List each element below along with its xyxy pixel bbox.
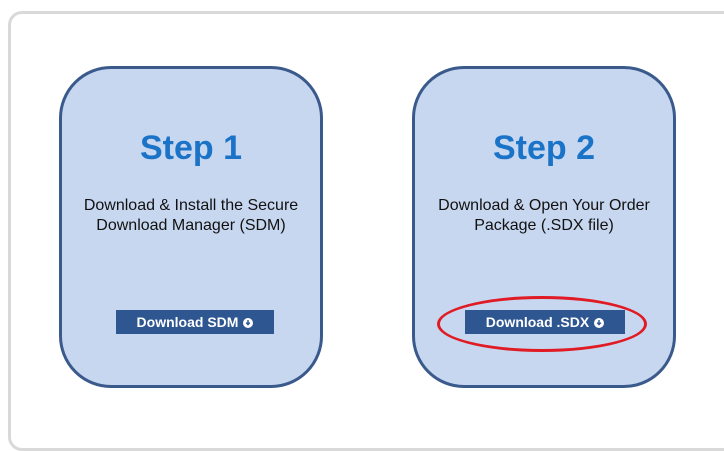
download-circle-icon xyxy=(594,318,605,328)
download-sdm-button[interactable]: Download SDM xyxy=(116,310,274,334)
step-1-description: Download & Install the Secure Download M… xyxy=(83,197,299,234)
download-sdx-button[interactable]: Download .SDX xyxy=(465,310,625,334)
download-circle-icon xyxy=(243,318,254,328)
step-1-title: Step 1 xyxy=(139,129,243,167)
step-1-card: Step 1 Download & Install the Secure Dow… xyxy=(59,66,323,388)
step-2-title: Step 2 xyxy=(492,129,596,167)
download-sdm-button-label: Download SDM xyxy=(136,314,239,330)
step-2-description: Download & Open Your Order Package (.SDX… xyxy=(438,197,650,234)
download-sdx-button-label: Download .SDX xyxy=(485,314,590,330)
step-2-card: Step 2 Download & Open Your Order Packag… xyxy=(412,66,676,388)
